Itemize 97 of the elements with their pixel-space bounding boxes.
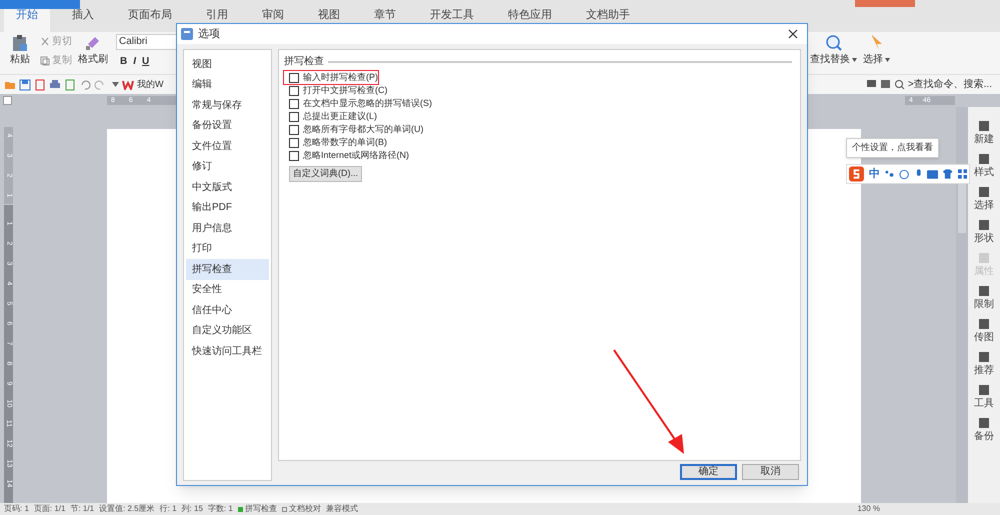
- ribbon-tab[interactable]: 章节: [362, 9, 408, 22]
- ribbon-tab[interactable]: 开发工具: [418, 9, 486, 22]
- sidebar-button[interactable]: 备份: [974, 418, 994, 443]
- punctuation-icon[interactable]: [884, 169, 894, 179]
- scissors-icon: [40, 36, 50, 46]
- undo-icon[interactable]: [79, 78, 91, 90]
- checkbox[interactable]: [289, 124, 299, 134]
- clipboard-icon: [11, 34, 29, 52]
- format-painter-button[interactable]: 格式刷: [78, 52, 108, 67]
- ime-logo-icon[interactable]: [849, 166, 864, 182]
- ribbon-tab[interactable]: 插入: [60, 9, 106, 22]
- format-button[interactable]: I: [133, 54, 136, 69]
- sidebar-button[interactable]: 工具: [974, 385, 994, 410]
- category-item[interactable]: 中文版式: [186, 177, 269, 198]
- category-item[interactable]: 拼写检查: [186, 259, 269, 280]
- ribbon-tab[interactable]: 特色应用: [496, 9, 564, 22]
- sidebar-button[interactable]: 限制: [974, 286, 994, 311]
- tab-stop-icon[interactable]: [3, 96, 12, 105]
- category-item[interactable]: 自定义功能区: [186, 320, 269, 341]
- sidebar-button[interactable]: 形状: [974, 220, 994, 245]
- app-icon: [180, 27, 194, 41]
- option-label: 输入时拼写检查(P): [303, 70, 378, 84]
- sidebar-button[interactable]: 样式: [974, 154, 994, 179]
- option-label: 忽略Internet或网络路径(N): [303, 148, 410, 162]
- option-label: 在文档中显示忽略的拼写错误(S): [303, 96, 432, 110]
- ribbon-tab[interactable]: 开始: [4, 9, 50, 34]
- status-item: 文档校对: [282, 503, 321, 515]
- checkbox[interactable]: [289, 72, 299, 82]
- command-search-field[interactable]: >查找命令、搜索...: [908, 77, 992, 92]
- caret-icon: [852, 58, 857, 62]
- format-button[interactable]: U: [142, 54, 150, 69]
- status-item: 列: 15: [182, 503, 203, 515]
- brush-icon: [84, 34, 102, 52]
- category-item[interactable]: 打印: [186, 238, 269, 259]
- checkbox[interactable]: [289, 138, 299, 148]
- ribbon-tab[interactable]: 页面布局: [116, 9, 184, 22]
- dialog-button[interactable]: 确定: [680, 464, 737, 480]
- category-item[interactable]: 快速访问工具栏: [186, 341, 269, 362]
- category-item[interactable]: 文件位置: [186, 136, 269, 156]
- sidebar-button[interactable]: 选择: [974, 187, 994, 212]
- checkbox[interactable]: [289, 112, 299, 122]
- dialog-title: 选项: [198, 26, 220, 42]
- option-label: 总提出更正建议(L): [303, 110, 377, 123]
- ribbon-tab[interactable]: 文档助手: [574, 9, 642, 22]
- checkbox[interactable]: [289, 98, 299, 108]
- category-item[interactable]: 输出PDF: [186, 198, 269, 218]
- category-item[interactable]: 备份设置: [186, 116, 269, 136]
- ime-tooltip: 个性设置，点我看看: [846, 138, 939, 158]
- wps-logo-icon: [122, 80, 134, 90]
- category-item[interactable]: 安全性: [186, 280, 269, 300]
- format-button[interactable]: B: [120, 54, 128, 69]
- status-item: 行: 1: [160, 503, 177, 515]
- find-replace-button[interactable]: 查找替换: [810, 52, 850, 67]
- sidebar-button[interactable]: 新建: [974, 121, 994, 146]
- status-item: 拼写检查: [238, 503, 277, 515]
- status-item: 节: 1/1: [70, 503, 94, 515]
- scrollbar-thumb[interactable]: [958, 183, 966, 233]
- sidebar-button[interactable]: 传图: [974, 319, 994, 344]
- close-button[interactable]: [788, 29, 798, 39]
- ribbon-tab[interactable]: 引用: [194, 9, 240, 22]
- status-item: 页码: 1: [4, 503, 29, 515]
- checkbox[interactable]: [289, 150, 299, 160]
- dialog-button[interactable]: 取消: [742, 464, 799, 480]
- status-item: 字数: 1: [208, 503, 233, 515]
- zoom-level: 130 %: [857, 503, 880, 515]
- search-icon: [894, 79, 905, 90]
- category-item[interactable]: 常规与保存: [186, 95, 269, 116]
- save-icon[interactable]: [19, 78, 31, 90]
- category-item[interactable]: 用户信息: [186, 218, 269, 238]
- caret-icon[interactable]: [112, 82, 119, 87]
- font-field[interactable]: Calibri: [116, 34, 178, 50]
- shirt-icon[interactable]: [943, 169, 953, 179]
- category-item[interactable]: 编辑: [186, 74, 269, 95]
- status-item: 兼容模式: [326, 503, 358, 515]
- input-mode-button[interactable]: 中: [868, 166, 880, 182]
- sidebar-button[interactable]: 推荐: [974, 352, 994, 377]
- option-label: 忽略所有字母都大写的单词(U): [303, 122, 424, 136]
- select-button[interactable]: 选择: [863, 52, 883, 67]
- option-label: 忽略带数字的单词(B): [303, 136, 387, 149]
- copy-icon: [40, 56, 50, 66]
- paste-button[interactable]: 粘贴: [10, 52, 30, 67]
- ribbon-tab[interactable]: 视图: [306, 9, 352, 22]
- option-label: 打开中文拼写检查(C): [303, 84, 388, 97]
- checkbox[interactable]: [289, 86, 299, 96]
- custom-dictionary-button[interactable]: 自定义词典(D)...: [289, 166, 362, 182]
- my-wps-tab[interactable]: 我的W: [137, 78, 164, 92]
- status-item: 设置值: 2.5厘米: [99, 503, 155, 515]
- section-title: 拼写检查: [284, 54, 324, 69]
- grid-icon[interactable]: [958, 169, 967, 179]
- category-item[interactable]: 视图: [186, 54, 269, 74]
- category-item[interactable]: 修订: [186, 156, 269, 177]
- status-item: 页面: 1/1: [34, 503, 66, 515]
- caret-icon: [885, 58, 890, 62]
- category-item[interactable]: 信任中心: [186, 300, 269, 320]
- ribbon-tab[interactable]: 审阅: [250, 9, 296, 22]
- find-replace-icon: [824, 34, 842, 52]
- print-icon[interactable]: [49, 78, 61, 90]
